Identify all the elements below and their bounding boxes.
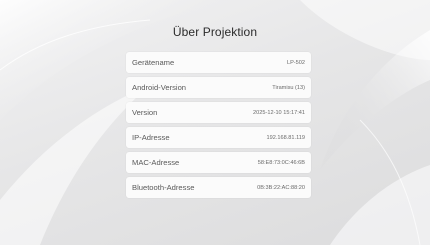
info-row-mac-address: MAC-Adresse 58:E8:73:0C:46:6B [126,152,311,173]
about-projection-screen: Über Projektion Gerätename LP-502 Androi… [0,0,430,245]
info-label: MAC-Adresse [132,158,180,167]
page-title: Über Projektion [172,25,258,39]
info-value: 58:E8:73:0C:46:6B [257,159,305,166]
info-label: Bluetooth-Adresse [132,183,195,192]
info-value: 0B:3B:22:AC:88:20 [257,184,305,191]
info-value: LP-502 [286,59,305,66]
info-row-bluetooth-address: Bluetooth-Adresse 0B:3B:22:AC:88:20 [126,177,311,198]
info-label: IP-Adresse [132,133,170,142]
info-row-device-name: Gerätename LP-502 [126,52,311,73]
info-list: Gerätename LP-502 Android-Version Tirami… [126,52,311,202]
info-value: Tiramisu (13) [272,84,305,91]
info-row-ip-address: IP-Adresse 192.168.81.119 [126,127,311,148]
info-value: 2025-12-10 15:17:41 [253,109,305,116]
info-value: 192.168.81.119 [266,134,305,141]
info-row-version: Version 2025-12-10 15:17:41 [126,102,311,123]
info-label: Android-Version [132,83,187,92]
info-label: Gerätename [132,58,175,67]
info-row-android-version: Android-Version Tiramisu (13) [126,77,311,98]
info-label: Version [132,108,158,117]
